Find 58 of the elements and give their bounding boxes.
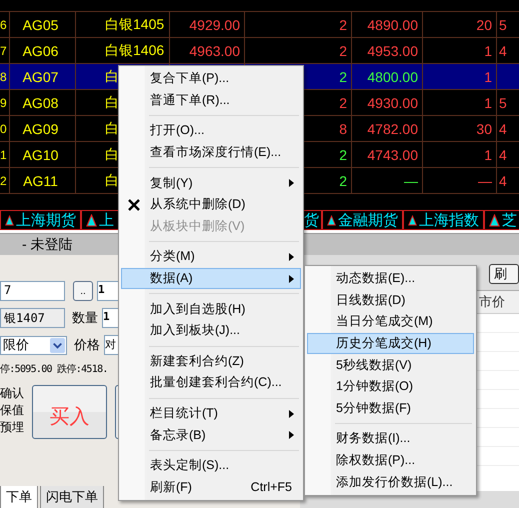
table-cell: AG07 [22,68,58,84]
table-cell: — [478,172,492,188]
table-cell: AG08 [22,94,58,110]
table-cell: AG10 [22,146,58,162]
option-label: 确认 [0,385,24,402]
table-cell: 白 [105,120,119,138]
table-cell: 4953.00 [367,42,418,58]
table-cell: 白 [105,172,119,190]
table-cell: 30 [476,120,492,136]
table-cell: 白银1405 [105,16,164,34]
table-cell: 白 [105,68,119,86]
table-cell: 8 [339,120,347,136]
table-cell: 白 [105,146,119,164]
table-cell: 4930.00 [367,94,418,110]
table-cell: 4 [499,42,507,58]
table-cell: 4800.00 [367,68,418,84]
panel-title: - 未登陆 [22,236,73,254]
table-cell: — [404,172,418,188]
option-label: 预埋 [0,419,24,436]
table-cell: 8 [0,70,7,84]
table-cell: 4743.00 [367,146,418,162]
table-cell: 2 [339,42,347,58]
table-cell: 5 [499,94,507,110]
table-cell: 2 [339,16,347,32]
table-cell: 白银1406 [105,42,164,60]
table-cell: 2 [0,174,7,188]
table-cell: 2 [339,68,347,84]
table-cell: 1 [484,146,492,162]
table-cell: 1 [484,42,492,58]
table-cell: 4 [499,120,507,136]
table-cell: AG05 [22,16,58,32]
table-cell: 白 [105,94,119,112]
table-cell: 4890.00 [367,16,418,32]
name-field: 银1407 [0,308,65,328]
table-cell: 4782.00 [367,120,418,136]
table-cell: 4963.00 [189,42,240,58]
table-cell: 9 [0,96,7,110]
table-cell: 6 [0,18,7,32]
table-cell: 7 [0,44,7,58]
table-cell: 2 [339,172,347,188]
table-cell: 4929.00 [189,16,240,32]
table-cell: 4 [499,146,507,162]
table-cell: 2 [339,94,347,110]
table-cell: 0 [0,122,7,136]
table-cell: 4 [499,172,507,188]
table-cell: AG11 [23,172,58,188]
table-cell: 5 [499,16,507,32]
price-label: 价格 [74,336,100,354]
table-cell: 20 [476,16,492,32]
column-header: 市价 [479,293,505,311]
table-cell: 2 [339,146,347,162]
option-label: 保值 [0,402,24,419]
table-cell: AG09 [22,120,58,136]
table-cell: 1 [484,94,492,110]
table-cell: 1 [484,68,492,84]
table-cell: AG06 [22,42,58,58]
table-cell: 1 [0,148,7,162]
quantity-label: 数量 [72,309,98,327]
